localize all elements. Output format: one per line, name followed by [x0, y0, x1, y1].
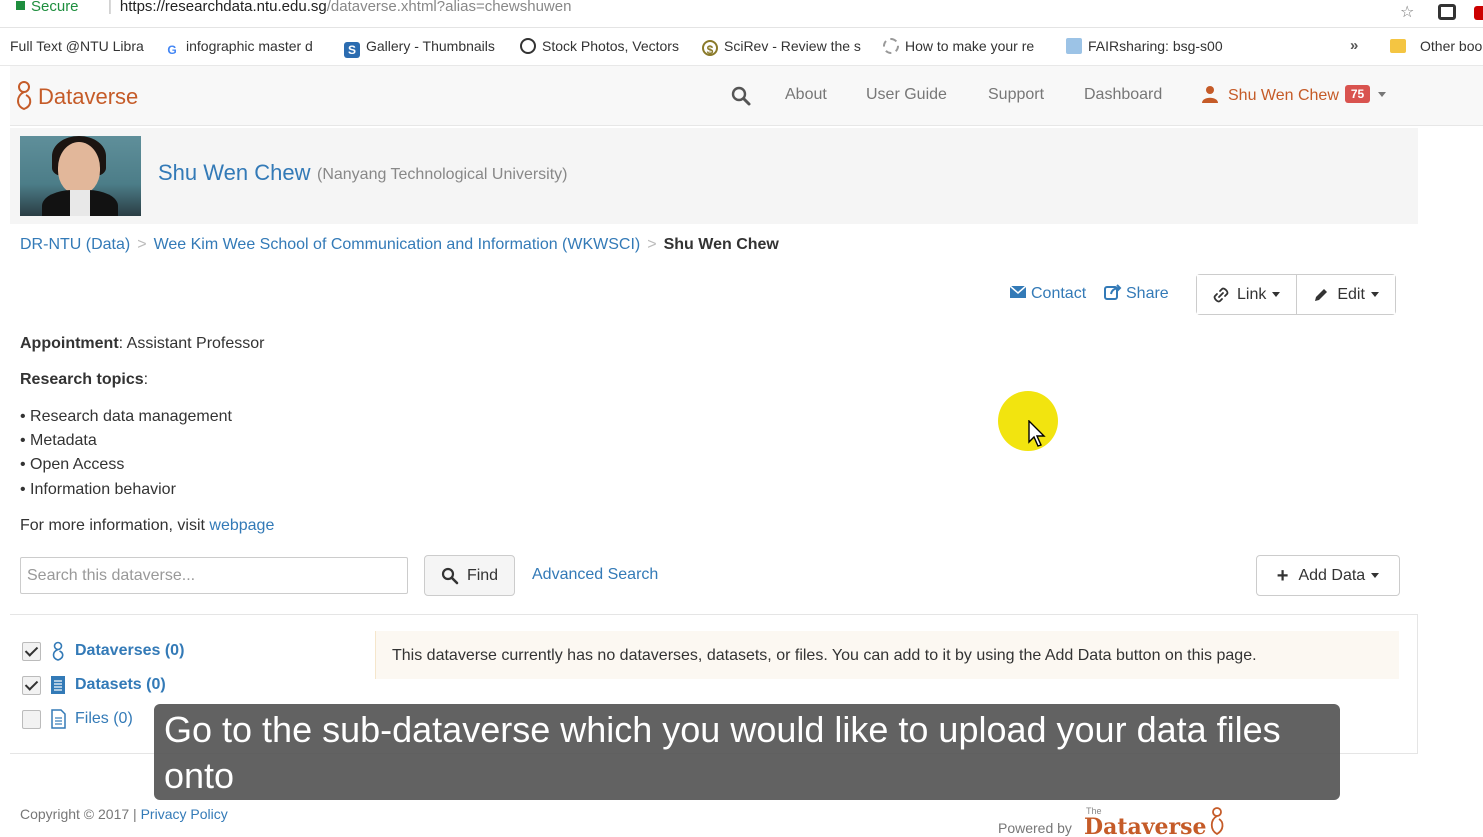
facet-datasets[interactable]: Datasets (0): [22, 675, 166, 695]
globe-icon: [883, 38, 899, 54]
files-checkbox[interactable]: [22, 709, 41, 729]
webpage-link[interactable]: webpage: [209, 517, 274, 534]
bookmark-item[interactable]: $ SciRev - Review the s: [702, 38, 866, 56]
facet-files[interactable]: Files (0): [22, 709, 133, 729]
stock-photos-icon: [520, 38, 536, 54]
privacy-policy-link[interactable]: Privacy Policy: [141, 806, 228, 822]
more-info-line: For more information, visit webpage: [20, 517, 275, 534]
dataverse-brand-link[interactable]: Dataverse: [14, 80, 138, 112]
dataverse-affiliation: (Nanyang Technological University): [317, 166, 568, 183]
dataverse-logo-icon: [17, 81, 32, 111]
secure-indicator: Secure: [16, 0, 79, 15]
dataverse-logo-icon: [1210, 807, 1224, 836]
nav-support-link[interactable]: Support: [988, 86, 1044, 104]
nav-dashboard-link[interactable]: Dashboard: [1084, 86, 1162, 104]
link-icon: [1213, 287, 1229, 302]
empty-results-message: This dataverse currently has no datavers…: [375, 631, 1399, 679]
mouse-cursor-icon: [1028, 420, 1046, 447]
facet-dataverses[interactable]: Dataverses (0): [22, 641, 184, 661]
link-edit-button-group: Link Edit: [1196, 274, 1396, 315]
file-icon: [51, 709, 66, 729]
bookmarks-bar: Full Text @NTU Libra Ginfographic master…: [0, 28, 1483, 66]
extension-icon-red[interactable]: [1474, 6, 1483, 20]
nav-user-guide-link[interactable]: User Guide: [866, 86, 947, 104]
breadcrumb-separator: >: [137, 236, 147, 253]
dataverse-icon: [52, 641, 64, 661]
pencil-icon: [1315, 288, 1328, 301]
bookmark-item[interactable]: FAIRsharing: bsg-s00: [1066, 38, 1232, 54]
fairsharing-icon: [1066, 38, 1082, 54]
nav-about-link[interactable]: About: [785, 86, 827, 104]
topic-item: • Open Access: [20, 456, 125, 473]
breadcrumb-separator: >: [647, 236, 657, 253]
caret-down-icon: [1272, 292, 1281, 297]
add-data-button[interactable]: + Add Data: [1256, 555, 1400, 596]
edit-dropdown-button[interactable]: Edit: [1296, 275, 1395, 314]
bookmark-star-icon[interactable]: ☆: [1400, 2, 1414, 22]
topic-item: • Research data management: [20, 408, 232, 425]
user-account-menu[interactable]: Shu Wen Chew 75: [1202, 85, 1387, 105]
bookmark-item[interactable]: How to make your re: [883, 38, 1049, 54]
google-icon: G: [167, 43, 177, 57]
appointment-line: Appointment: Assistant Professor: [20, 335, 265, 352]
search-icon: [441, 567, 459, 584]
research-topics-heading: Research topics:: [20, 371, 149, 388]
more-bookmarks-chevron-icon[interactable]: »: [1350, 37, 1358, 54]
dataset-icon: [51, 676, 65, 694]
dataverse-footer-logo[interactable]: The Dataverse: [1084, 806, 1229, 837]
notification-badge: 75: [1344, 85, 1371, 103]
bookmark-item[interactable]: Stock Photos, Vectors: [520, 38, 688, 54]
link-dropdown-button[interactable]: Link: [1197, 275, 1297, 314]
bookmark-item[interactable]: Full Text @NTU Libra: [10, 38, 144, 54]
breadcrumb-current: Shu Wen Chew: [663, 236, 779, 253]
search-icon[interactable]: [730, 85, 752, 107]
scirev-icon: $: [702, 40, 718, 56]
topic-item: • Metadata: [20, 432, 97, 449]
dataverse-navbar: Dataverse About User Guide Support Dashb…: [10, 66, 1483, 126]
bookmark-item[interactable]: S Gallery - Thumbnails: [344, 38, 508, 58]
powered-by-label: Powered by: [998, 820, 1072, 836]
topic-item: • Information behavior: [20, 481, 176, 498]
bookmark-item[interactable]: Ginfographic master d: [164, 38, 330, 58]
extension-icon[interactable]: [1438, 4, 1456, 20]
caret-down-icon: [1370, 292, 1379, 297]
envelope-icon: [1009, 285, 1027, 298]
browser-url-bar[interactable]: Secure | https://researchdata.ntu.edu.sg/…: [0, 0, 1483, 28]
breadcrumb-link[interactable]: Wee Kim Wee School of Communication and …: [154, 236, 641, 253]
caret-down-icon: [1371, 573, 1380, 578]
caret-down-icon: [1378, 92, 1387, 97]
share-icon: [1104, 284, 1122, 300]
plus-icon: +: [1276, 564, 1289, 587]
folder-icon: [1390, 39, 1406, 53]
breadcrumb: DR-NTU (Data) > Wee Kim Wee School of Comm…: [20, 236, 779, 254]
find-button[interactable]: Find: [424, 555, 515, 596]
share-button[interactable]: Share: [1104, 284, 1169, 303]
video-caption: Go to the sub-dataverse which you would …: [154, 704, 1340, 800]
dataverse-title[interactable]: Shu Wen Chew: [158, 160, 310, 186]
other-bookmarks-folder[interactable]: Other boo: [1390, 38, 1482, 54]
breadcrumb-link[interactable]: DR-NTU (Data): [20, 236, 130, 253]
user-icon: [1202, 86, 1218, 103]
dataverse-logo-photo: [20, 136, 141, 216]
url-text[interactable]: | https://researchdata.ntu.edu.sg/dataver…: [108, 0, 571, 15]
dataverses-checkbox[interactable]: [22, 641, 41, 661]
lock-icon: [16, 1, 25, 10]
gallery-icon: S: [344, 42, 360, 58]
advanced-search-link[interactable]: Advanced Search: [532, 566, 658, 584]
search-dataverse-input[interactable]: [20, 557, 408, 594]
dataverse-header: Shu Wen Chew (Nanyang Technological Univ…: [10, 128, 1418, 224]
contact-button[interactable]: Contact: [1009, 284, 1086, 303]
footer-copyright: Copyright © 2017 | Privacy Policy: [20, 806, 228, 822]
datasets-checkbox[interactable]: [22, 675, 41, 695]
